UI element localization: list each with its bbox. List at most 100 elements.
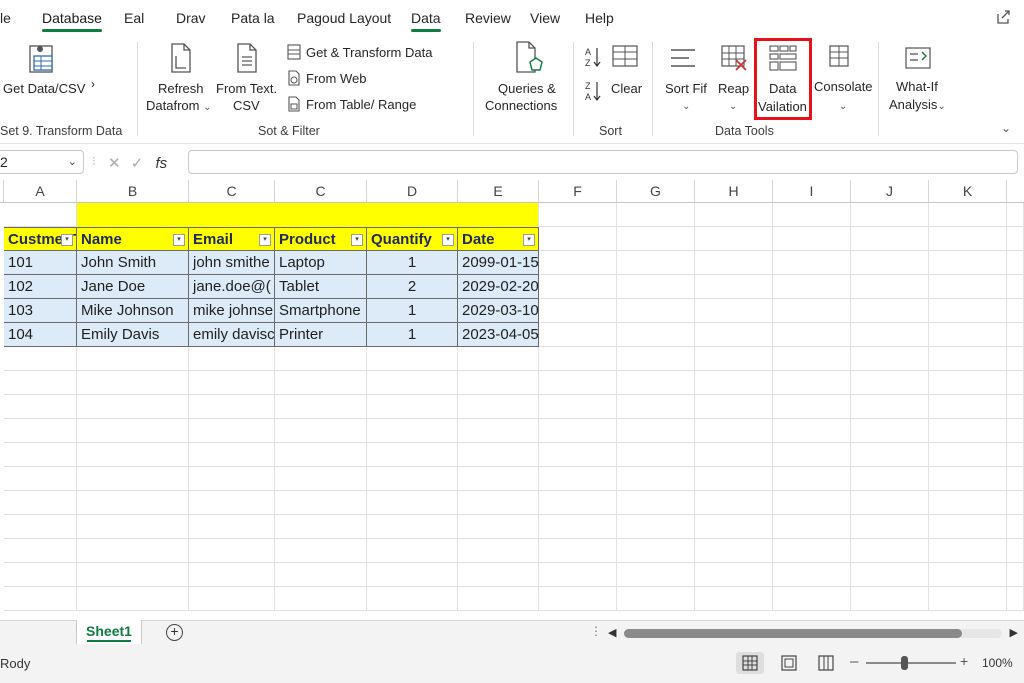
empty-cell[interactable] [539,443,617,467]
empty-cell[interactable] [773,347,851,371]
empty-cell[interactable] [77,563,189,587]
empty-cell[interactable] [1007,347,1024,371]
empty-cell[interactable] [1007,395,1024,419]
name-box[interactable]: 2 ⌄ [0,150,84,174]
zoom-slider-track[interactable] [866,662,956,664]
horizontal-scrollbar[interactable]: ◀ ▶ [608,626,1018,640]
refresh-all-button[interactable]: Datafrom ⌄ [146,97,211,116]
table-cell[interactable]: 101 [4,251,77,275]
table-cell[interactable]: 1 [367,323,458,347]
empty-cell[interactable] [275,539,367,563]
empty-cell[interactable] [773,515,851,539]
empty-cell[interactable] [458,347,539,371]
tab-review[interactable]: Review [465,10,511,26]
empty-cell[interactable] [539,299,617,323]
empty-cell[interactable] [851,443,929,467]
empty-cell[interactable] [617,419,695,443]
filter-dropdown-icon[interactable]: ▾ [351,234,363,246]
empty-cell[interactable] [458,491,539,515]
empty-cell[interactable] [189,491,275,515]
tab-drav[interactable]: Drav [176,10,206,26]
empty-cell[interactable] [4,443,77,467]
what-if-analysis-button[interactable]: Analysis⌄ [889,96,946,115]
empty-cell[interactable] [4,395,77,419]
column-header[interactable]: I [773,180,851,203]
empty-cell[interactable] [275,467,367,491]
empty-cell[interactable] [695,395,773,419]
empty-cell[interactable] [77,491,189,515]
normal-view-button[interactable] [736,652,764,674]
connections-label[interactable]: Connections [485,97,557,114]
empty-cell[interactable] [77,419,189,443]
empty-cell[interactable] [1007,467,1024,491]
empty-cell[interactable] [4,203,77,227]
from-text-label[interactable]: From Text. [216,80,277,97]
get-data-button[interactable]: Get Data/CSV [3,80,85,97]
sort-za-icon[interactable]: Z A [584,80,602,102]
empty-cell[interactable] [1007,539,1024,563]
empty-cell[interactable] [275,347,367,371]
empty-cell[interactable] [695,419,773,443]
empty-cell[interactable] [773,227,851,251]
empty-cell[interactable] [77,347,189,371]
empty-cell[interactable] [695,227,773,251]
empty-cell[interactable] [4,515,77,539]
empty-cell[interactable] [458,419,539,443]
empty-cell[interactable] [851,347,929,371]
tab-view[interactable]: View [530,10,560,26]
empty-cell[interactable] [929,395,1007,419]
header-quantity[interactable]: Quantify ▾ [367,227,458,251]
empty-cell[interactable] [77,515,189,539]
empty-cell[interactable] [367,371,458,395]
clear-button[interactable]: Clear [611,80,642,97]
header-name[interactable]: Name ▾ [77,227,189,251]
column-header[interactable]: G [617,180,695,203]
empty-cell[interactable] [695,515,773,539]
empty-cell[interactable] [1007,275,1024,299]
header-date[interactable]: Date ▾ [458,227,539,251]
empty-cell[interactable] [1007,563,1024,587]
formula-input[interactable] [188,150,1018,174]
empty-cell[interactable] [695,491,773,515]
table-cell[interactable]: 2029-02-20 [458,275,539,299]
empty-cell[interactable] [458,395,539,419]
empty-cell[interactable] [539,371,617,395]
empty-cell[interactable] [367,563,458,587]
table-cell[interactable]: Jane Doe [77,275,189,299]
empty-cell[interactable] [275,515,367,539]
empty-cell[interactable] [458,443,539,467]
empty-cell[interactable] [773,467,851,491]
zoom-slider-thumb[interactable] [901,656,908,670]
empty-cell[interactable] [617,587,695,611]
empty-cell[interactable] [275,587,367,611]
empty-cell[interactable] [458,563,539,587]
empty-cell[interactable] [773,275,851,299]
table-cell[interactable]: 1 [367,299,458,323]
from-table-button[interactable]: From Table/ Range [306,96,416,113]
scroll-left-icon[interactable]: ◀ [608,626,616,639]
filter-dropdown-icon[interactable]: ▾ [61,234,73,246]
empty-cell[interactable] [539,563,617,587]
empty-cell[interactable] [929,371,1007,395]
empty-cell[interactable] [275,395,367,419]
empty-cell[interactable] [1007,515,1024,539]
empty-cell[interactable] [929,347,1007,371]
reap-button[interactable]: Reap [718,80,749,97]
empty-cell[interactable] [929,251,1007,275]
empty-cell[interactable] [539,251,617,275]
empty-cell[interactable] [539,419,617,443]
tab-help[interactable]: Help [585,10,614,26]
what-if-label[interactable]: What-If [896,78,938,95]
empty-cell[interactable] [851,275,929,299]
table-cell[interactable]: 1 [367,251,458,275]
tab-file[interactable]: le [0,10,11,26]
empty-cell[interactable] [275,563,367,587]
empty-cell[interactable] [851,227,929,251]
empty-cell[interactable] [929,515,1007,539]
empty-cell[interactable] [189,515,275,539]
column-header[interactable]: B [77,180,189,203]
table-cell[interactable]: Mike Johnson [77,299,189,323]
column-header[interactable]: F [539,180,617,203]
table-cell[interactable]: jane.doe@( [189,275,275,299]
empty-cell[interactable] [1007,371,1024,395]
